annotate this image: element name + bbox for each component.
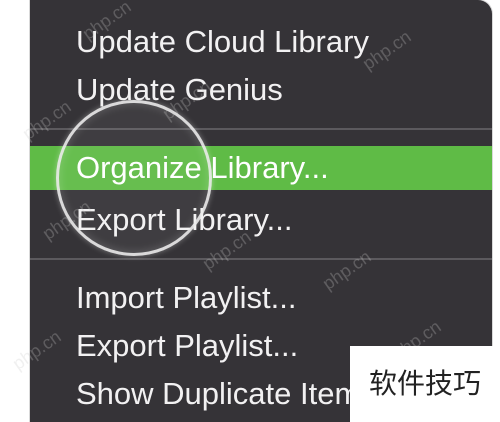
menu-separator <box>30 258 492 260</box>
screenshot-stage: Update Cloud Library Update Genius Organ… <box>0 0 500 422</box>
menu-item-organize-library[interactable]: Organize Library... <box>30 146 492 190</box>
corner-badge: 软件技巧 <box>350 346 500 422</box>
menu-item-label: Show Duplicate Items <box>76 376 376 411</box>
menu-item-label: Export Playlist... <box>76 328 299 363</box>
menu-item-label: Import Playlist... <box>76 280 297 315</box>
menu-separator <box>30 128 492 130</box>
menu-item-label: Organize Library... <box>76 150 329 185</box>
menu-item-update-genius[interactable]: Update Genius <box>30 68 492 112</box>
menu-item-label: Update Genius <box>76 72 283 107</box>
menu-item-export-library[interactable]: Export Library... <box>30 198 492 242</box>
menu-item-update-cloud-library[interactable]: Update Cloud Library <box>30 20 492 64</box>
menu-item-label: Update Cloud Library <box>76 24 369 59</box>
menu-item-import-playlist[interactable]: Import Playlist... <box>30 276 492 320</box>
menu-item-label: Export Library... <box>76 202 293 237</box>
